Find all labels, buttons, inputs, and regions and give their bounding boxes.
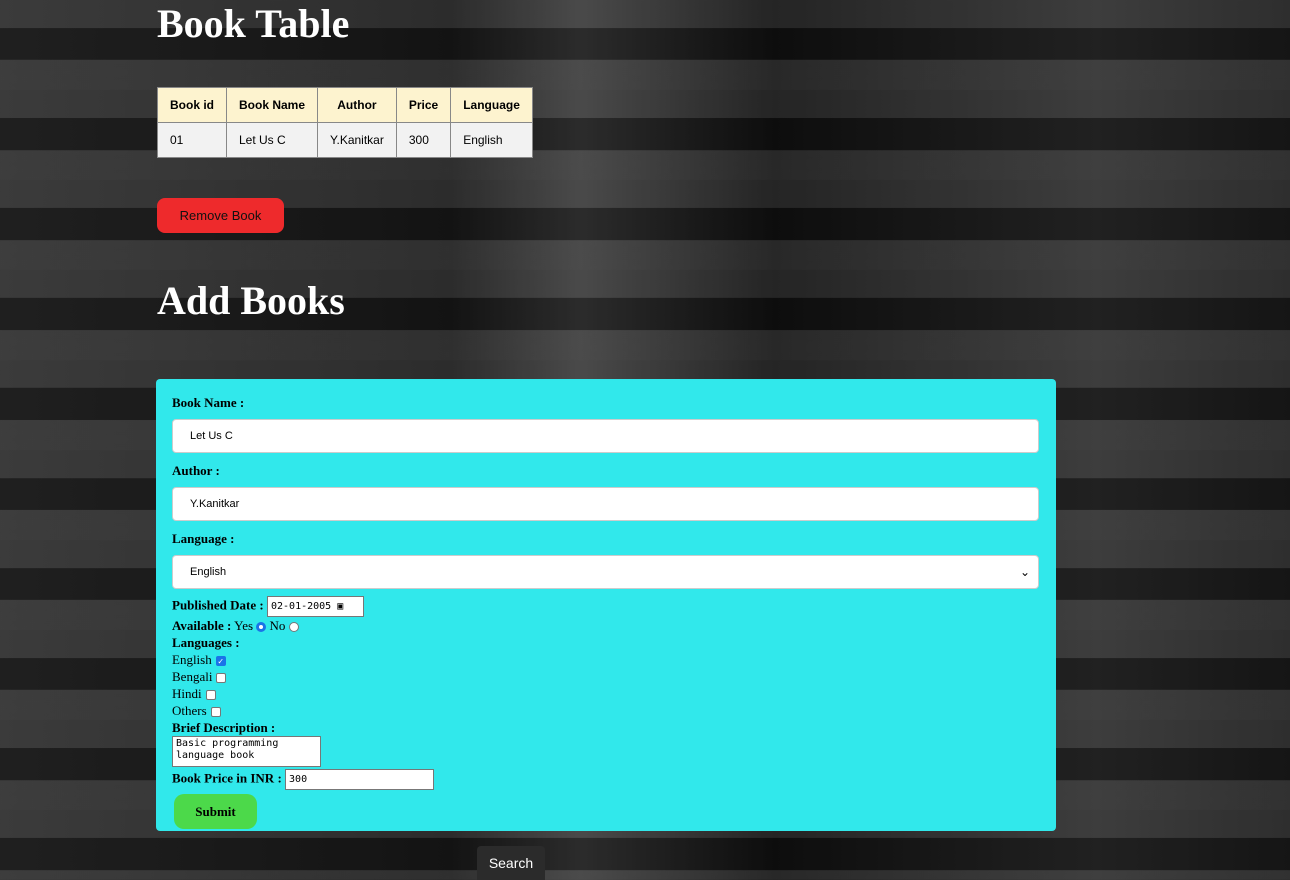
- cell-price: 300: [395, 122, 452, 158]
- english-label: English: [172, 652, 212, 667]
- language-label: Language :: [172, 531, 235, 546]
- cell-language: English: [450, 122, 533, 158]
- yes-label: Yes: [234, 618, 254, 633]
- table-header-row: Book id Book Name Author Price Language: [157, 87, 533, 123]
- bengali-checkbox[interactable]: [216, 673, 227, 684]
- book-table: Book id Book Name Author Price Language …: [157, 87, 533, 158]
- english-checkbox[interactable]: ✓: [215, 656, 226, 667]
- hindi-checkbox[interactable]: [205, 690, 216, 701]
- others-checkbox[interactable]: [210, 707, 221, 718]
- price-label: Book Price in INR :: [172, 770, 282, 786]
- header-author: Author: [317, 87, 397, 123]
- add-book-form: Book Name : Let Us C Author : Y.Kanitkar…: [156, 379, 1056, 831]
- language-selected: English: [190, 566, 227, 578]
- cell-book-id: 01: [157, 122, 227, 158]
- price-input[interactable]: 300: [285, 769, 435, 790]
- submit-button[interactable]: Submit: [174, 794, 257, 829]
- others-label: Others: [172, 703, 207, 718]
- remove-book-button[interactable]: Remove Book: [157, 198, 284, 233]
- author-label: Author :: [172, 463, 220, 478]
- header-book-id: Book id: [157, 87, 227, 123]
- cell-author: Y.Kanitkar: [317, 122, 397, 158]
- header-price: Price: [395, 87, 452, 123]
- chevron-down-icon: ⌄: [1019, 565, 1030, 579]
- published-date-input[interactable]: 02-01-2005 ▣: [266, 596, 364, 617]
- header-language: Language: [450, 87, 533, 123]
- book-name-label: Book Name :: [172, 395, 245, 410]
- available-yes-radio[interactable]: [256, 622, 267, 633]
- header-book-name: Book Name: [225, 87, 319, 123]
- book-table-title: Book Table: [157, 1, 350, 46]
- hindi-label: Hindi: [172, 686, 202, 701]
- calendar-icon: ▣: [337, 601, 344, 612]
- bengali-label: Bengali: [172, 669, 213, 684]
- description-textarea[interactable]: Basic programming language book: [172, 736, 321, 767]
- add-books-title: Add Books: [157, 278, 345, 323]
- description-label: Brief Description :: [172, 720, 276, 735]
- language-select[interactable]: English ⌄: [172, 555, 1039, 589]
- published-date-label: Published Date :: [172, 597, 264, 613]
- available-label: Available :: [172, 618, 232, 633]
- book-name-input[interactable]: Let Us C: [172, 419, 1039, 453]
- cell-book-name: Let Us C: [225, 122, 319, 158]
- no-label: No: [269, 618, 286, 633]
- languages-label: Languages :: [172, 635, 240, 650]
- author-input[interactable]: Y.Kanitkar: [172, 487, 1039, 521]
- table-row: 01 Let Us C Y.Kanitkar 300 English: [157, 122, 533, 158]
- available-no-radio[interactable]: [288, 622, 299, 633]
- search-button[interactable]: Search: [477, 846, 545, 880]
- published-date-value: 02-01-2005: [270, 601, 332, 612]
